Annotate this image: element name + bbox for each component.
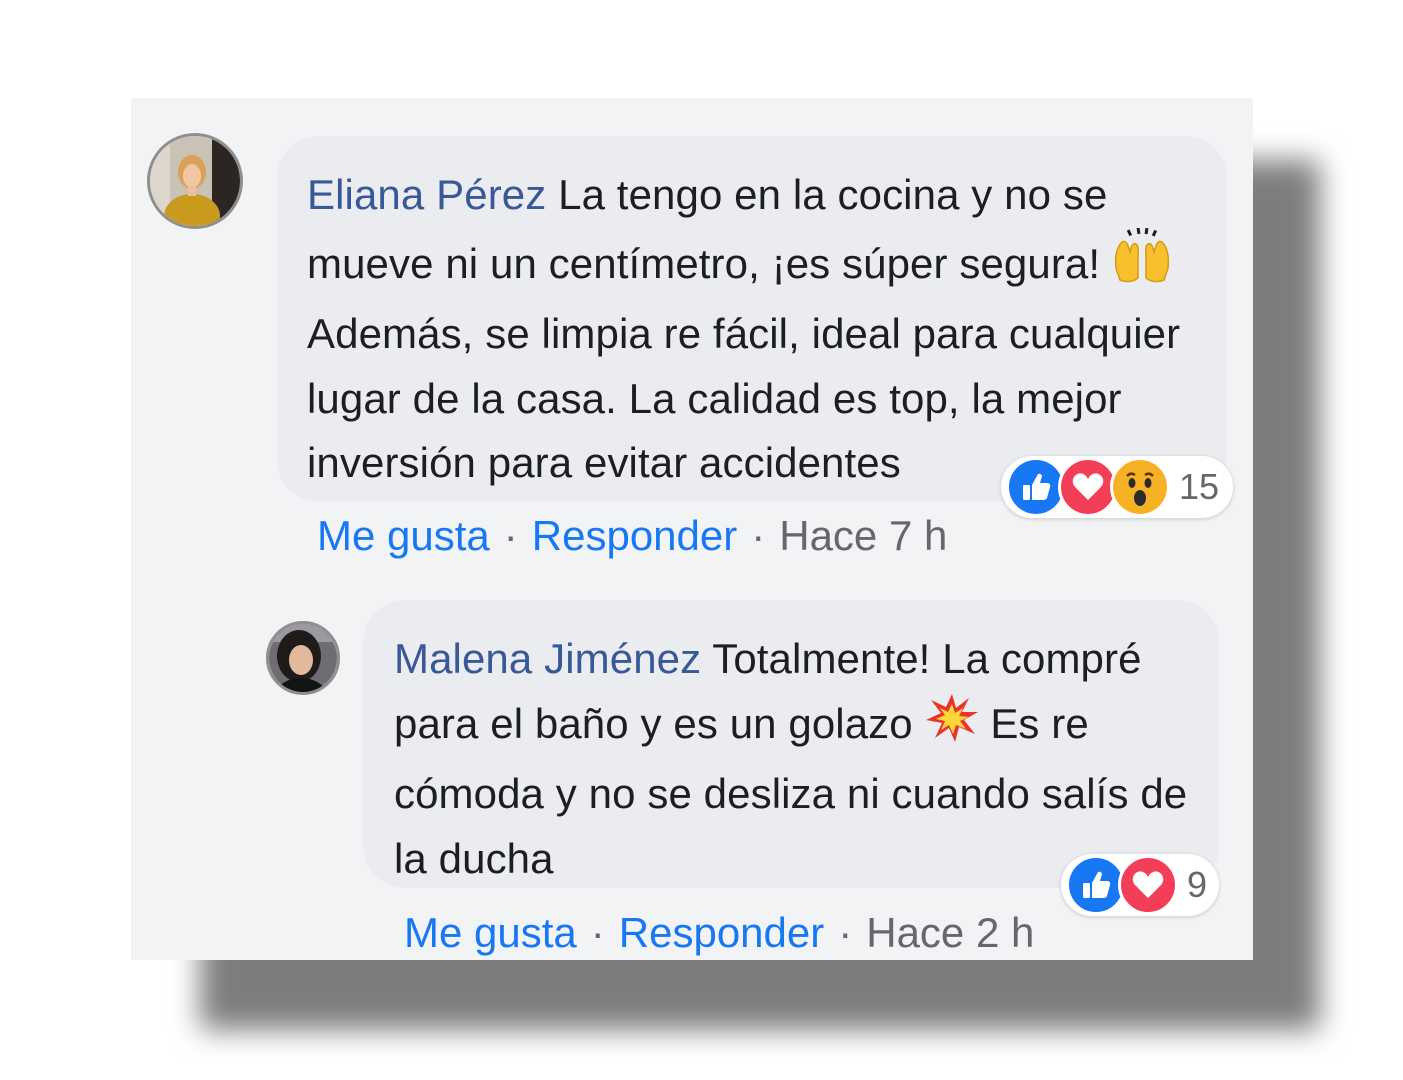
reaction-summary[interactable]: 9 [1061, 854, 1219, 916]
comment-author[interactable]: Eliana Pérez [307, 171, 546, 218]
avatar[interactable] [147, 133, 243, 229]
comment-text: Malena Jiménez Totalmente! La compré par… [394, 627, 1189, 888]
reply-button[interactable]: Responder [532, 512, 737, 559]
like-button[interactable]: Me gusta [317, 512, 490, 559]
reaction-count: 15 [1179, 466, 1220, 507]
raising-hands-icon [1112, 227, 1172, 303]
like-icon [1066, 855, 1126, 915]
reaction-count: 9 [1187, 864, 1208, 905]
wow-icon [1110, 457, 1170, 517]
comment-text: Eliana Pérez La tengo en la cocina y no … [307, 163, 1195, 496]
like-icon [1006, 457, 1066, 517]
comment-actions: Me gusta · Responder · Hace 7 h [317, 512, 947, 560]
separator: · [751, 512, 766, 559]
like-button[interactable]: Me gusta [404, 909, 577, 956]
comment-actions: Me gusta · Responder · Hace 2 h [404, 909, 1034, 957]
collision-icon [925, 692, 979, 763]
reply-button[interactable]: Responder [619, 909, 824, 956]
reaction-summary[interactable]: 15 [1001, 456, 1233, 518]
avatar-photo-malena [269, 624, 337, 692]
comment-bubble: Eliana Pérez La tengo en la cocina y no … [277, 136, 1227, 502]
comments-panel: Eliana Pérez La tengo en la cocina y no … [131, 98, 1253, 960]
love-icon [1118, 855, 1178, 915]
avatar[interactable] [266, 621, 340, 695]
avatar-photo-eliana [150, 136, 240, 226]
comment-bubble: Malena Jiménez Totalmente! La compré par… [363, 600, 1219, 888]
timestamp[interactable]: Hace 2 h [866, 909, 1034, 956]
timestamp[interactable]: Hace 7 h [779, 512, 947, 559]
love-icon [1058, 457, 1118, 517]
separator: · [838, 909, 853, 956]
comment-author[interactable]: Malena Jiménez [394, 635, 701, 682]
separator: · [503, 512, 518, 559]
separator: · [590, 909, 605, 956]
